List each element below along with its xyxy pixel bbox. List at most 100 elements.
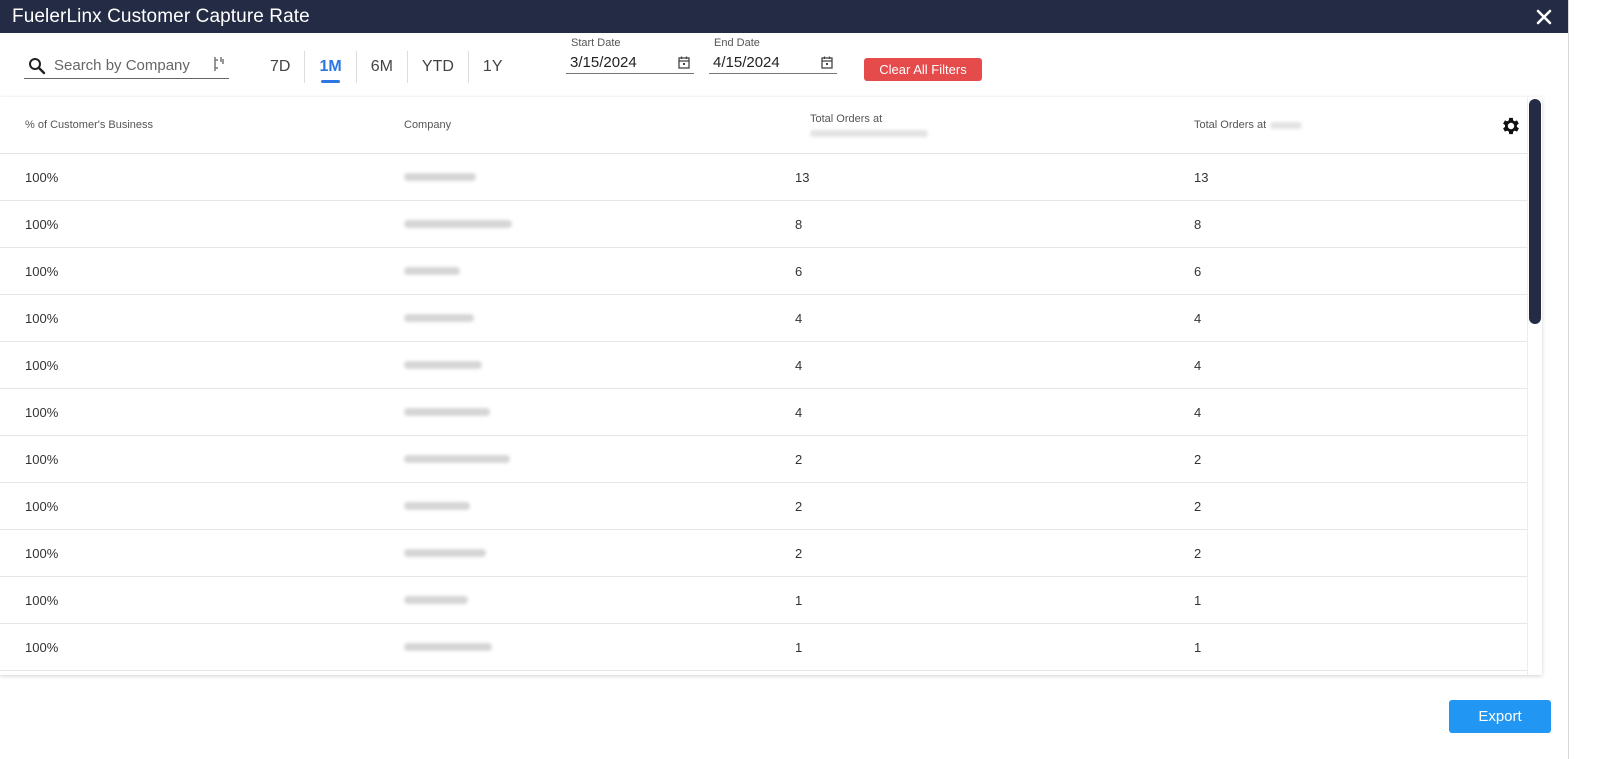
column-header-label: % of Customer's Business — [25, 119, 154, 131]
table-row[interactable]: 100% 2 2 — [0, 530, 1542, 577]
table-row[interactable]: 100% 1 1 — [0, 624, 1542, 671]
orders-a-cell: 6 — [795, 263, 803, 279]
calendar-icon[interactable] — [821, 56, 833, 69]
company-cell — [404, 483, 470, 529]
clear-all-filters-button[interactable]: Clear All Filters — [864, 58, 982, 81]
table-row[interactable]: 100% 8 8 — [0, 201, 1542, 248]
column-header-label: Total Orders at — [810, 113, 883, 125]
orders-b-cell: 4 — [1194, 310, 1202, 326]
search-input[interactable] — [52, 56, 206, 75]
end-date-value: 4/15/2024 — [713, 53, 780, 71]
start-date-value: 3/15/2024 — [570, 53, 637, 71]
table-row[interactable]: 100% 4 4 — [0, 295, 1542, 342]
column-header-company[interactable]: Company — [404, 97, 451, 153]
orders-a-cell: 1 — [795, 592, 803, 608]
percent-cell: 100% — [25, 169, 59, 185]
table-header: % of Customer's Business Company Total O… — [0, 97, 1542, 154]
table-body: 100% 13 13 100% 8 8 100% 6 6 100% 4 4 100% 4 4 100% 4 4 10… — [0, 154, 1542, 671]
table-row[interactable]: 100% 6 6 — [0, 248, 1542, 295]
range-tab-6m[interactable]: 6M — [355, 51, 407, 83]
company-search — [24, 53, 229, 79]
calendar-icon[interactable] — [678, 56, 690, 69]
search-icon — [29, 57, 46, 74]
orders-b-cell: 6 — [1194, 263, 1202, 279]
export-button[interactable]: Export — [1449, 700, 1551, 733]
capture-rate-dialog: FuelerLinx Customer Capture Rate 7D 1M 6… — [0, 0, 1569, 759]
orders-b-cell: 2 — [1194, 545, 1202, 561]
company-cell — [404, 342, 482, 388]
filter-toolbar: 7D 1M 6M YTD 1Y Start Date 3/15/2024 End… — [0, 33, 1568, 95]
orders-b-cell: 1 — [1194, 592, 1202, 608]
end-date-field[interactable]: End Date 4/15/2024 — [709, 37, 837, 74]
close-button[interactable] — [1532, 5, 1556, 29]
company-cell — [404, 389, 490, 435]
company-cell — [404, 436, 510, 482]
redacted-text — [404, 502, 470, 510]
vertical-scrollbar[interactable] — [1527, 97, 1542, 675]
percent-cell: 100% — [25, 592, 59, 608]
orders-a-cell: 4 — [795, 357, 803, 373]
orders-b-cell: 4 — [1194, 404, 1202, 420]
orders-b-cell: 2 — [1194, 451, 1202, 467]
company-cell — [404, 295, 474, 341]
percent-cell: 100% — [25, 404, 59, 420]
gear-icon[interactable] — [1500, 115, 1522, 137]
orders-b-cell: 13 — [1194, 169, 1209, 185]
orders-a-cell: 8 — [795, 216, 803, 232]
orders-b-cell: 2 — [1194, 498, 1202, 514]
percent-cell: 100% — [25, 451, 59, 467]
percent-cell: 100% — [25, 545, 59, 561]
percent-cell: 100% — [25, 310, 59, 326]
percent-cell: 100% — [25, 357, 59, 373]
orders-b-cell: 4 — [1194, 357, 1202, 373]
redacted-text — [404, 408, 490, 416]
redacted-text — [810, 130, 928, 137]
table-row[interactable]: 100% 4 4 — [0, 342, 1542, 389]
company-cell — [404, 154, 476, 200]
redacted-text — [404, 643, 492, 651]
company-cell — [404, 530, 486, 576]
range-tab-ytd[interactable]: YTD — [406, 51, 468, 83]
table-row[interactable]: 100% 13 13 — [0, 154, 1542, 201]
percent-cell: 100% — [25, 216, 59, 232]
orders-b-cell: 8 — [1194, 216, 1202, 232]
orders-a-cell: 2 — [795, 545, 803, 561]
start-date-label: Start Date — [571, 37, 621, 49]
dialog-title: FuelerLinx Customer Capture Rate — [12, 5, 310, 27]
percent-cell: 100% — [25, 639, 59, 655]
start-date-field[interactable]: Start Date 3/15/2024 — [566, 37, 694, 74]
table-row[interactable]: 100% 1 1 — [0, 577, 1542, 624]
column-header-label: Total Orders at — [1194, 119, 1267, 131]
close-icon — [1536, 9, 1552, 24]
range-tab-7d[interactable]: 7D — [256, 51, 304, 83]
range-tab-1m[interactable]: 1M — [304, 51, 355, 83]
percent-cell: 100% — [25, 263, 59, 279]
column-header-orders-a[interactable]: Total Orders at — [810, 97, 928, 153]
redacted-text — [404, 220, 512, 228]
orders-a-cell: 4 — [795, 404, 803, 420]
table-row[interactable]: 100% 2 2 — [0, 436, 1542, 483]
orders-a-cell: 2 — [795, 451, 803, 467]
redacted-text — [404, 596, 468, 604]
orders-a-cell: 2 — [795, 498, 803, 514]
column-header-percent[interactable]: % of Customer's Business — [25, 97, 153, 153]
orders-b-cell: 1 — [1194, 639, 1202, 655]
scrollbar-thumb[interactable] — [1529, 99, 1541, 324]
column-header-orders-b[interactable]: Total Orders at — [1194, 97, 1303, 153]
capture-rate-table: % of Customer's Business Company Total O… — [0, 97, 1542, 675]
redacted-text — [404, 173, 476, 181]
redacted-text — [404, 267, 460, 275]
table-row[interactable]: 100% 4 4 — [0, 389, 1542, 436]
orders-a-cell: 4 — [795, 310, 803, 326]
percent-cell: 100% — [25, 498, 59, 514]
table-row[interactable]: 100% 2 2 — [0, 483, 1542, 530]
company-cell — [404, 577, 468, 623]
column-header-label: Company — [404, 119, 452, 131]
range-tab-1y[interactable]: 1Y — [467, 51, 517, 83]
company-cell — [404, 624, 492, 670]
redacted-text — [404, 455, 510, 463]
redacted-text — [404, 314, 474, 322]
date-range-tabs: 7D 1M 6M YTD 1Y — [256, 51, 517, 83]
column-filter-icon[interactable] — [213, 56, 225, 72]
end-date-label: End Date — [714, 37, 760, 49]
